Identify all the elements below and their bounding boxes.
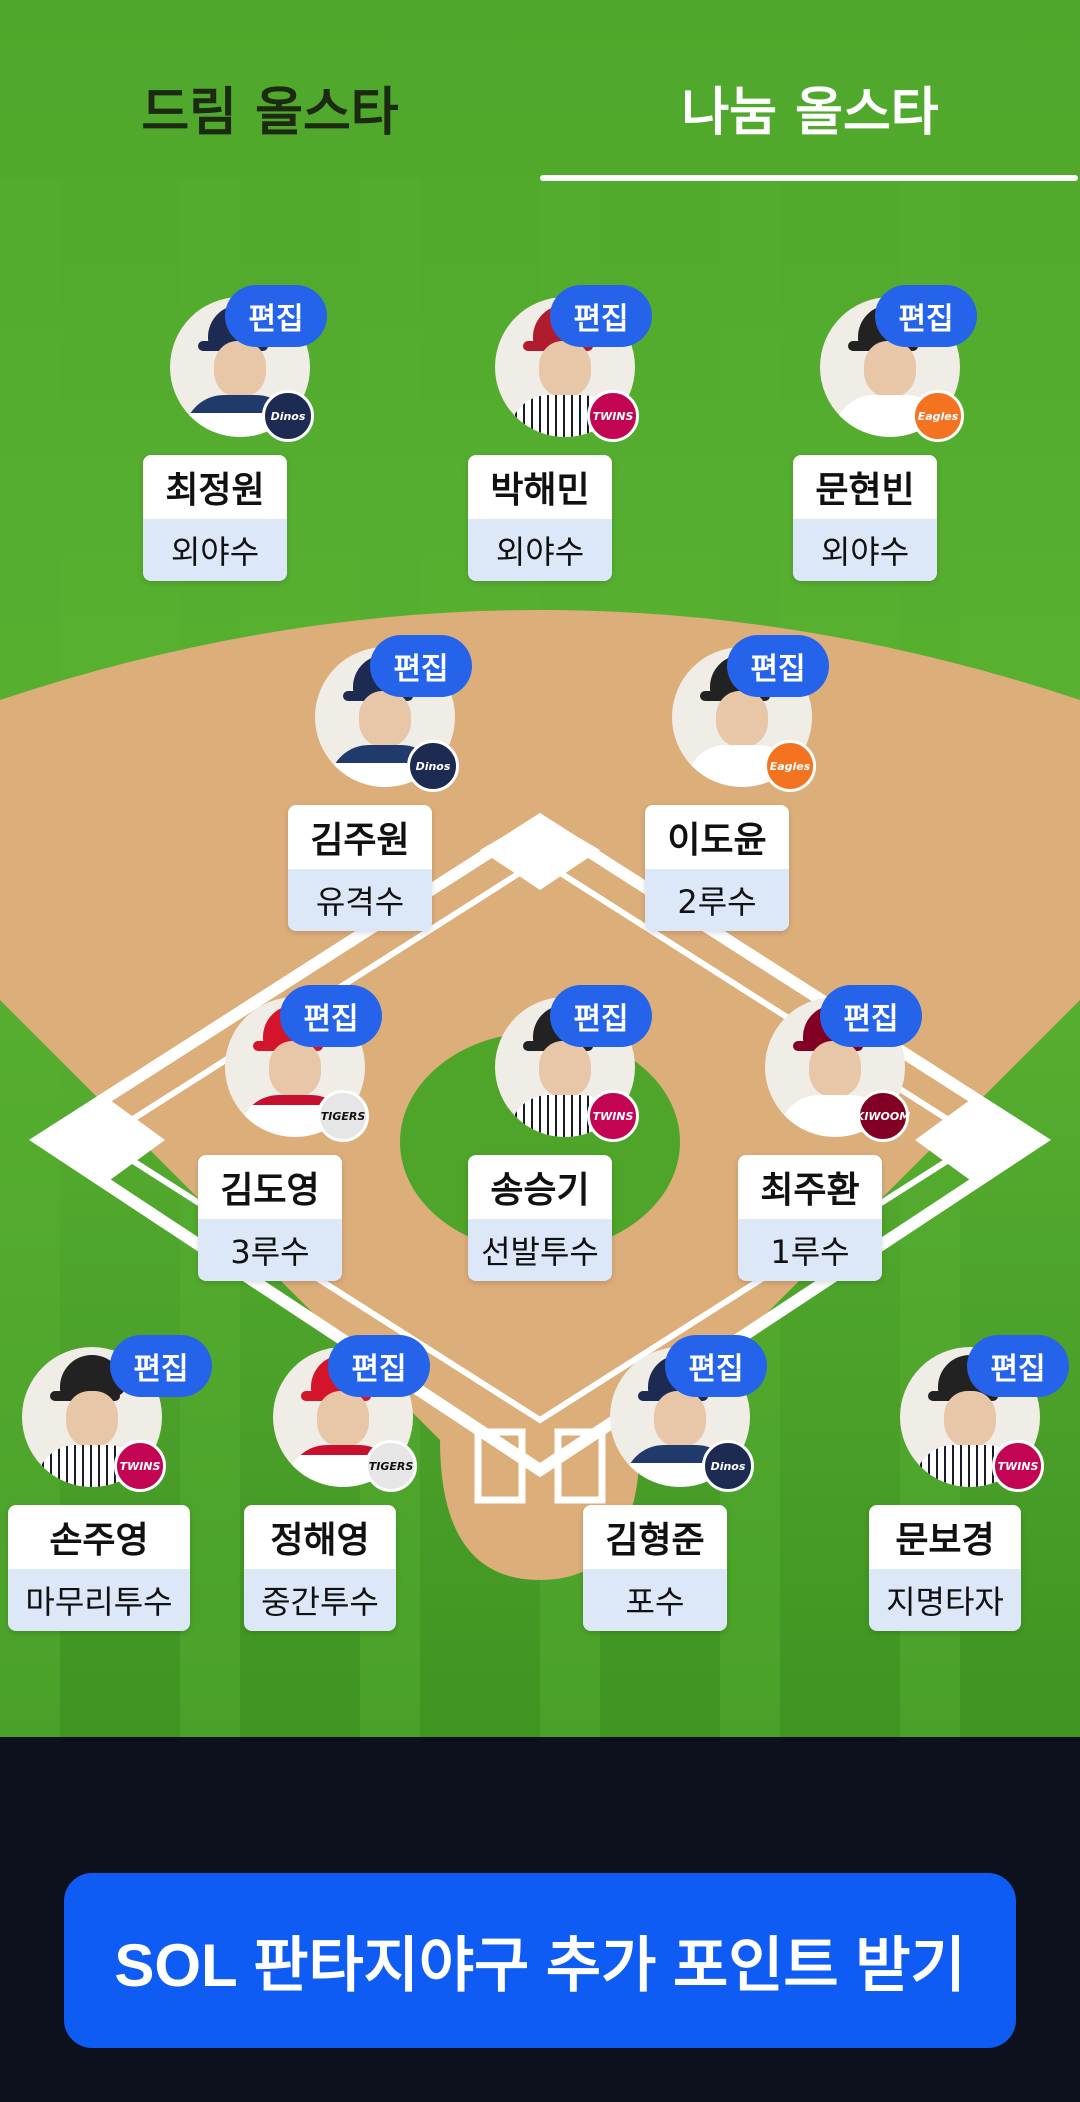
player-position: 1루수 [738, 1219, 882, 1281]
player-position: 외야수 [468, 519, 612, 581]
edit-button[interactable]: 편집 [967, 1335, 1069, 1397]
player-name: 문보경 [869, 1505, 1021, 1569]
team-logo-icon: TIGERS [317, 1090, 369, 1142]
player-name: 문현빈 [793, 455, 937, 519]
team-logo-icon: Eagles [764, 740, 816, 792]
player-name: 김주원 [288, 805, 432, 869]
team-tabs: 드림 올스타 나눔 올스타 [0, 0, 1080, 181]
team-logo-icon: Dinos [407, 740, 459, 792]
edit-button[interactable]: 편집 [110, 1335, 212, 1397]
edit-button[interactable]: 편집 [280, 985, 382, 1047]
player-slot-starting-pitcher[interactable]: TWINS 편집 송승기 선발투수 [450, 985, 652, 1285]
player-card: 최정원 외야수 [143, 455, 287, 581]
player-card: 최주환 1루수 [738, 1155, 882, 1281]
player-slot-middle-pitcher[interactable]: TIGERS 편집 정해영 중간투수 [228, 1335, 430, 1635]
player-card: 문현빈 외야수 [793, 455, 937, 581]
player-name: 박해민 [468, 455, 612, 519]
player-slot-closing-pitcher[interactable]: TWINS 편집 손주영 마무리투수 [0, 1335, 212, 1635]
player-card: 박해민 외야수 [468, 455, 612, 581]
player-card: 손주영 마무리투수 [8, 1505, 190, 1631]
player-slot-third-base[interactable]: TIGERS 편집 김도영 3루수 [180, 985, 382, 1285]
player-position: 외야수 [793, 519, 937, 581]
team-logo-icon: Dinos [262, 390, 314, 442]
edit-button[interactable]: 편집 [875, 285, 977, 347]
player-card: 문보경 지명타자 [869, 1505, 1021, 1631]
edit-button[interactable]: 편집 [328, 1335, 430, 1397]
player-position: 선발투수 [468, 1219, 612, 1281]
player-position: 유격수 [288, 869, 432, 931]
player-name: 이도윤 [645, 805, 789, 869]
edit-button[interactable]: 편집 [550, 985, 652, 1047]
team-logo-icon: Eagles [912, 390, 964, 442]
team-logo-icon: TWINS [992, 1440, 1044, 1492]
player-card: 정해영 중간투수 [244, 1505, 396, 1631]
player-name: 정해영 [244, 1505, 396, 1569]
player-card: 이도윤 2루수 [645, 805, 789, 931]
player-slot-left-field[interactable]: Dinos 편집 최정원 외야수 [125, 285, 327, 585]
player-slot-shortstop[interactable]: Dinos 편집 김주원 유격수 [270, 635, 472, 935]
player-position: 2루수 [645, 869, 789, 931]
player-position: 중간투수 [244, 1569, 396, 1631]
player-slot-second-base[interactable]: Eagles 편집 이도윤 2루수 [627, 635, 829, 935]
active-tab-indicator [540, 175, 1078, 181]
edit-button[interactable]: 편집 [665, 1335, 767, 1397]
player-position: 포수 [583, 1569, 727, 1631]
team-logo-icon: TIGERS [365, 1440, 417, 1492]
team-logo-icon: TWINS [587, 390, 639, 442]
get-bonus-points-button[interactable]: SOL 판타지야구 추가 포인트 받기 [64, 1873, 1016, 2048]
player-name: 손주영 [8, 1505, 190, 1569]
player-slot-designated-hitter[interactable]: TWINS 편집 문보경 지명타자 [855, 1335, 1069, 1635]
tab-dream-allstar[interactable]: 드림 올스타 [0, 70, 540, 145]
edit-button[interactable]: 편집 [370, 635, 472, 697]
player-card: 김형준 포수 [583, 1505, 727, 1631]
player-position: 3루수 [198, 1219, 342, 1281]
edit-button[interactable]: 편집 [820, 985, 922, 1047]
edit-button[interactable]: 편집 [550, 285, 652, 347]
player-slot-first-base[interactable]: KIWOOM 편집 최주환 1루수 [720, 985, 922, 1285]
player-slot-center-field[interactable]: TWINS 편집 박해민 외야수 [450, 285, 652, 585]
player-card: 송승기 선발투수 [468, 1155, 612, 1281]
team-logo-icon: TWINS [114, 1440, 166, 1492]
player-name: 송승기 [468, 1155, 612, 1219]
player-name: 김도영 [198, 1155, 342, 1219]
tab-nanum-allstar[interactable]: 나눔 올스타 [540, 70, 1080, 145]
team-logo-icon: KIWOOM [856, 1090, 910, 1142]
player-card: 김주원 유격수 [288, 805, 432, 931]
player-slot-right-field[interactable]: Eagles 편집 문현빈 외야수 [775, 285, 977, 585]
player-slot-catcher[interactable]: Dinos 편집 김형준 포수 [565, 1335, 767, 1635]
edit-button[interactable]: 편집 [727, 635, 829, 697]
team-logo-icon: TWINS [587, 1090, 639, 1142]
player-position: 지명타자 [869, 1569, 1021, 1631]
edit-button[interactable]: 편집 [225, 285, 327, 347]
team-logo-icon: Dinos [702, 1440, 754, 1492]
app-screen: 드림 올스타 나눔 올스타 Dinos 편집 최정원 외야수 TWINS 편집 … [0, 0, 1080, 2102]
player-name: 최정원 [143, 455, 287, 519]
player-position: 마무리투수 [8, 1569, 190, 1631]
player-card: 김도영 3루수 [198, 1155, 342, 1281]
player-name: 김형준 [583, 1505, 727, 1569]
player-position: 외야수 [143, 519, 287, 581]
player-name: 최주환 [738, 1155, 882, 1219]
